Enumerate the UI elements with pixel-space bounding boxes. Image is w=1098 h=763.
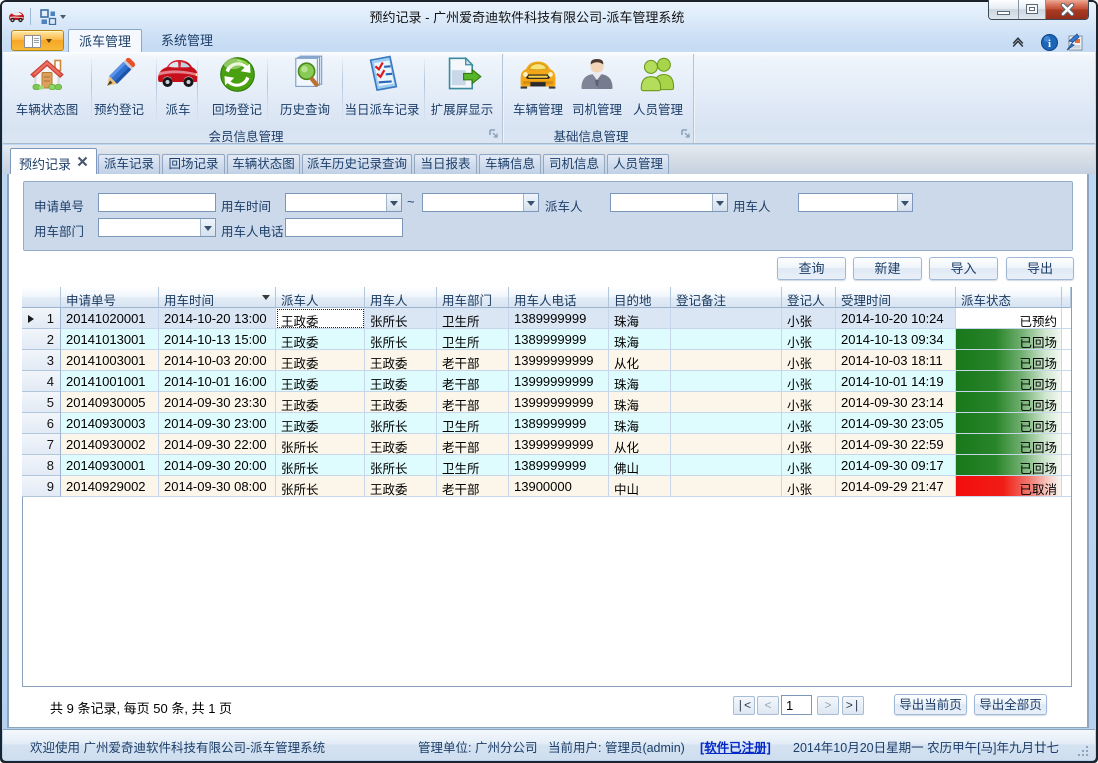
svg-text:i: i	[1048, 38, 1051, 50]
